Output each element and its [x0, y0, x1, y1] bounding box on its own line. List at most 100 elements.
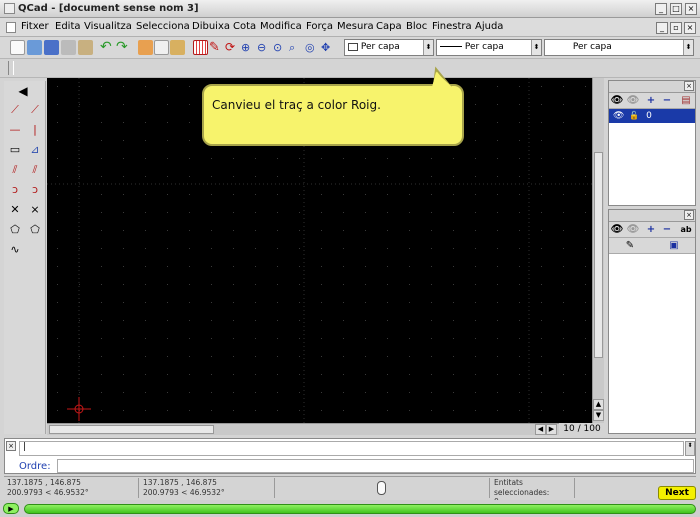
rename-block-icon[interactable]: ab	[679, 223, 693, 236]
play-icon[interactable]: ▶	[3, 503, 19, 514]
relative-angle-icon[interactable]: ⨯	[26, 201, 44, 218]
color-select[interactable]: Per capa ⬍	[344, 39, 434, 56]
window-title: QCad - [document sense nom 3]	[18, 3, 199, 14]
tooltip-text: Canvieu el traç a color Roig.	[212, 98, 381, 112]
show-all-layers-icon[interactable]: 👁	[610, 94, 624, 107]
menu-finestra[interactable]: Finestra	[432, 21, 472, 32]
panel-close-icon[interactable]: ×	[684, 210, 694, 220]
scroll-up-icon[interactable]: ▲	[593, 399, 604, 410]
new-file-icon[interactable]	[10, 40, 25, 55]
layer-visible-icon[interactable]: 👁	[613, 111, 624, 121]
command-input[interactable]	[57, 459, 694, 473]
next-button[interactable]: Next	[658, 486, 696, 500]
maximize-icon[interactable]: □	[670, 3, 682, 15]
hide-all-layers-icon[interactable]: 👁	[626, 94, 640, 107]
zoom-auto-icon[interactable]: ⊙	[273, 40, 288, 55]
linetype-select[interactable]: Per capa ⬍	[544, 39, 694, 56]
mdi-restore-icon[interactable]: ▫	[670, 22, 682, 34]
menu-modifica[interactable]: Modifica	[260, 21, 302, 32]
toolbar-handle[interactable]	[8, 61, 14, 75]
scroll-thumb[interactable]	[49, 425, 214, 434]
menu-visualitza[interactable]: Visualitza	[84, 21, 132, 32]
menu-capa[interactable]: Capa	[376, 21, 402, 32]
polyline-tool-icon[interactable]: ⊿	[26, 141, 44, 158]
hide-all-blocks-icon[interactable]: 👁	[626, 223, 640, 236]
back-arrow-icon[interactable]: ◀	[14, 83, 32, 100]
copy-icon[interactable]	[154, 40, 169, 55]
vertical-line-icon[interactable]: |	[26, 121, 44, 138]
save-file-icon[interactable]	[44, 40, 59, 55]
print-icon[interactable]	[61, 40, 76, 55]
edit-layer-icon[interactable]: ▤	[679, 94, 693, 107]
scroll-left-icon[interactable]: ◀	[535, 424, 546, 435]
horizontal-scrollbar[interactable]: ◀ ▶	[47, 423, 592, 435]
menu-forca[interactable]: Força	[306, 21, 333, 32]
command-history-scroll[interactable]: ⬍	[685, 441, 695, 456]
close-icon[interactable]: ×	[685, 3, 697, 15]
cad-tool-palette: ◀ ⟋ ⟋ — | ▭ ⊿ ⫽ ⫽ ↄ ↄ ✕ ⨯ ⬠ ⬠ ∿	[4, 81, 46, 434]
grid-icon[interactable]	[193, 40, 208, 55]
tangent-line-icon[interactable]: ↄ	[6, 181, 24, 198]
minimize-icon[interactable]: _	[655, 3, 667, 15]
remove-layer-icon[interactable]: −	[660, 94, 674, 107]
menu-bloc[interactable]: Bloc	[406, 21, 427, 32]
scroll-right-icon[interactable]: ▶	[546, 424, 557, 435]
mdi-minimize-icon[interactable]: _	[656, 22, 668, 34]
line-tool-icon[interactable]: ⟋	[6, 101, 24, 118]
width-select-value: Per capa	[464, 42, 504, 52]
rectangle-tool-icon[interactable]: ▭	[6, 141, 24, 158]
mdi-close-icon[interactable]: ×	[684, 22, 696, 34]
command-close-icon[interactable]: ×	[6, 441, 16, 451]
remove-block-icon[interactable]: −	[660, 223, 674, 236]
line-angle-tool-icon[interactable]: ⟋	[26, 101, 44, 118]
open-file-icon[interactable]	[27, 40, 42, 55]
redraw-icon[interactable]: ⟳	[225, 40, 240, 55]
scroll-thumb[interactable]	[594, 152, 603, 358]
add-block-icon[interactable]: +	[644, 223, 658, 236]
cut-icon[interactable]	[138, 40, 153, 55]
command-history-text: |	[23, 442, 27, 452]
orthogonal-icon[interactable]: ✕	[6, 201, 24, 218]
print-preview-icon[interactable]	[78, 40, 93, 55]
zoom-window-icon[interactable]: ⌕	[289, 40, 304, 55]
menu-ajuda[interactable]: Ajuda	[475, 21, 503, 32]
undo-icon[interactable]: ↶	[100, 40, 115, 55]
redo-icon[interactable]: ↷	[116, 40, 131, 55]
tangent-circle-icon[interactable]: ↄ	[26, 181, 44, 198]
bisector-icon[interactable]: ⫽	[26, 161, 44, 178]
zoom-previous-icon[interactable]: ◎	[305, 40, 320, 55]
polygon-icon[interactable]: ⬠	[6, 221, 24, 238]
freehand-icon[interactable]: ∿	[6, 241, 24, 258]
menu-cota[interactable]: Cota	[233, 21, 256, 32]
rel-coord: 137.1875 , 146.875	[143, 478, 217, 487]
scroll-down-icon[interactable]: ▼	[593, 410, 604, 421]
zoom-pan-icon[interactable]: ✥	[321, 40, 336, 55]
polygon-corner-icon[interactable]: ⬠	[26, 221, 44, 238]
document-icon	[6, 22, 16, 33]
width-select[interactable]: Per capa ⬍	[436, 39, 542, 56]
show-all-blocks-icon[interactable]: 👁	[610, 223, 624, 236]
page-info: 10 / 100	[559, 423, 605, 435]
add-layer-icon[interactable]: +	[644, 94, 658, 107]
selected-label: Entitats seleccionades:	[494, 478, 550, 497]
panel-close-icon[interactable]: ×	[684, 81, 694, 91]
main-toolbar: ↶ ↷ ✎ ⟳ ⊕ ⊖ ⊙ ⌕ ◎ ✥ Per capa ⬍ Per capa …	[0, 37, 700, 59]
parallel-line-icon[interactable]: ⫽	[6, 161, 24, 178]
mouse-hint	[276, 478, 490, 498]
zoom-in-icon[interactable]: ⊕	[241, 40, 256, 55]
layer-row[interactable]: 👁 🔓 0	[609, 109, 695, 123]
menu-dibuixa[interactable]: Dibuixa	[192, 21, 230, 32]
menu-mesura[interactable]: Mesura	[337, 21, 374, 32]
menu-selecciona[interactable]: Selecciona	[136, 21, 190, 32]
paste-icon[interactable]	[170, 40, 185, 55]
edit-block-icon[interactable]: ✎	[623, 239, 637, 252]
insert-block-icon[interactable]: ▣	[667, 239, 681, 252]
vertical-scrollbar[interactable]: ▲ ▼	[592, 78, 604, 423]
menu-edita[interactable]: Edita	[55, 21, 81, 32]
draft-pencil-icon[interactable]: ✎	[209, 40, 224, 55]
layer-lock-icon[interactable]: 🔓	[629, 111, 639, 120]
tutorial-tooltip: Canvieu el traç a color Roig.	[202, 66, 464, 146]
zoom-out-icon[interactable]: ⊖	[257, 40, 272, 55]
horizontal-line-icon[interactable]: —	[6, 121, 24, 138]
menu-fitxer[interactable]: Fitxer	[21, 21, 49, 32]
